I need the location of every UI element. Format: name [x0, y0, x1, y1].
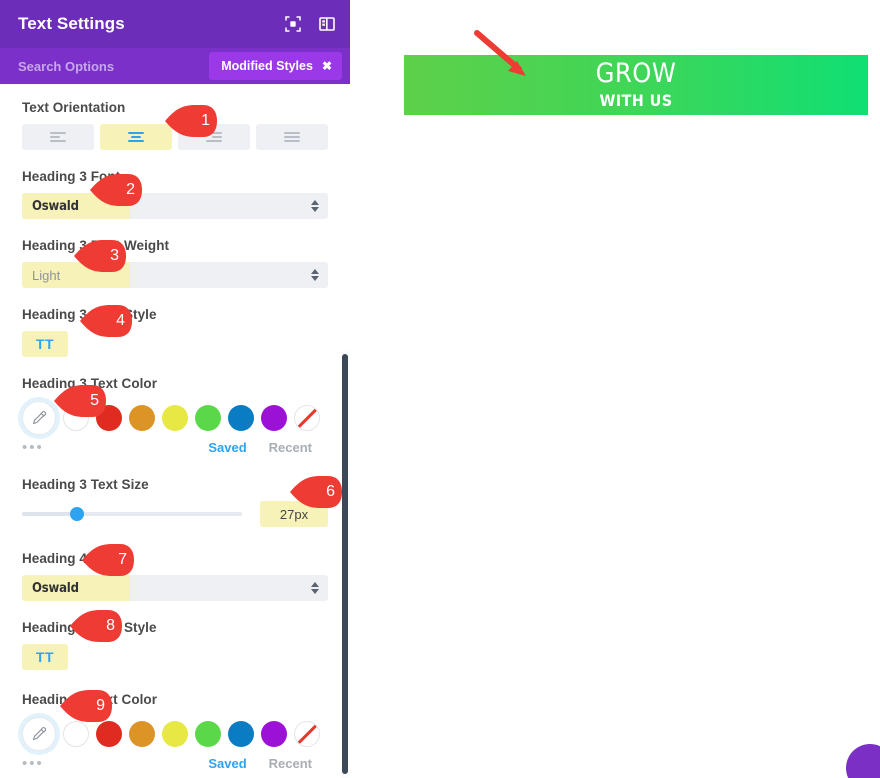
preview-area: GROW WITH US [350, 0, 880, 778]
tt-label: TT [35, 336, 55, 352]
panel-header-actions [284, 15, 336, 33]
more-options-icon[interactable]: ••• [22, 756, 208, 771]
select-value: Light [32, 267, 61, 283]
heading-3-font-select[interactable]: Oswald [22, 193, 328, 219]
annotation-marker-number: 5 [90, 392, 99, 409]
swatch-purple[interactable] [261, 721, 287, 747]
field-heading-3-font-weight: Heading 3 Font Weight Light [22, 238, 328, 288]
annotation-marker-6: 6 [288, 474, 344, 510]
swatch-yellow[interactable] [162, 721, 188, 747]
screen: Text Settings Search Options Modified St… [0, 0, 880, 778]
heading-3-text-size-slider-row: 27px [22, 501, 328, 527]
annotation-marker-number: 6 [326, 483, 335, 500]
chevron-updown-icon [311, 582, 319, 594]
banner-heading-3: GROW [595, 58, 677, 90]
saved-colors-tab[interactable]: Saved [208, 756, 246, 771]
heading-3-text-transform-button[interactable]: TT [22, 331, 68, 357]
field-label: Heading 3 Font [22, 169, 121, 184]
recent-colors-tab[interactable]: Recent [269, 756, 312, 771]
field-label: Heading 3 Font Style [22, 307, 157, 322]
page-title: Text Settings [18, 14, 125, 33]
palette-footer: ••• Saved Recent [22, 756, 328, 771]
annotation-marker-2: 2 [88, 172, 144, 208]
banner-heading-4: WITH US [599, 90, 673, 110]
eyedropper-icon[interactable] [22, 401, 56, 435]
slider-fill [22, 512, 77, 516]
annotation-marker-8: 8 [68, 608, 124, 644]
tt-label: TT [35, 649, 55, 665]
close-icon[interactable]: ✖ [322, 59, 332, 73]
slider-handle[interactable] [70, 507, 84, 521]
annotation-marker-number: 8 [106, 617, 115, 634]
panel-header: Text Settings [0, 0, 350, 48]
floating-action-button[interactable] [846, 744, 880, 778]
field-heading-4-font: Heading 4 Font Oswald [22, 551, 328, 601]
annotation-marker-7: 7 [80, 542, 136, 578]
align-justify-button[interactable] [256, 124, 328, 150]
field-label: Heading 3 Font Weight [22, 238, 170, 253]
heading-4-text-transform-button[interactable]: TT [22, 644, 68, 670]
swatch-white[interactable] [63, 721, 89, 747]
saved-colors-tab[interactable]: Saved [208, 440, 246, 455]
heading-3-font-weight-select[interactable]: Light [22, 262, 328, 288]
annotation-marker-number: 9 [96, 697, 105, 714]
select-value: Oswald [32, 580, 79, 596]
annotation-marker-number: 7 [118, 551, 127, 568]
modified-styles-label: Modified Styles [221, 59, 313, 73]
annotation-marker-number: 3 [110, 247, 119, 264]
annotation-marker-5: 5 [52, 383, 108, 419]
pointer-arrow-icon [472, 28, 542, 84]
annotation-marker-number: 4 [116, 312, 125, 329]
more-options-icon[interactable]: ••• [22, 440, 208, 455]
swatch-red[interactable] [96, 721, 122, 747]
focus-target-icon[interactable] [284, 15, 302, 33]
field-label: Heading 3 Text Size [22, 477, 149, 492]
field-heading-3-text-size: Heading 3 Text Size 27px [22, 477, 328, 527]
swatch-transparent[interactable] [294, 721, 320, 747]
layout-panel-icon[interactable] [318, 15, 336, 33]
panel-scrollbar-thumb[interactable] [342, 354, 348, 774]
align-center-button[interactable] [100, 124, 172, 150]
heading-4-font-select[interactable]: Oswald [22, 575, 328, 601]
annotation-marker-9: 9 [58, 688, 114, 724]
annotation-marker-3: 3 [72, 238, 128, 274]
swatch-yellow[interactable] [162, 405, 188, 431]
recent-colors-tab[interactable]: Recent [269, 440, 312, 455]
swatch-green[interactable] [195, 721, 221, 747]
field-label: Heading 4 Font [22, 551, 121, 566]
palette-footer: ••• Saved Recent [22, 440, 328, 455]
annotation-marker-4: 4 [78, 303, 134, 339]
text-size-slider[interactable] [22, 507, 242, 521]
eyedropper-icon[interactable] [22, 717, 56, 751]
modified-styles-badge[interactable]: Modified Styles ✖ [209, 52, 342, 80]
annotation-marker-1: 1 [163, 103, 219, 139]
chevron-updown-icon [311, 269, 319, 281]
swatch-green[interactable] [195, 405, 221, 431]
field-heading-3-font-style: Heading 3 Font Style TT [22, 307, 328, 357]
chevron-updown-icon [311, 200, 319, 212]
panel-body: Text Orientation Heading 3 Font Oswald H… [0, 84, 350, 778]
swatch-orange[interactable] [129, 405, 155, 431]
annotation-marker-number: 1 [201, 112, 210, 129]
panel-search-bar: Modified Styles ✖ [0, 48, 350, 84]
swatch-transparent[interactable] [294, 405, 320, 431]
swatch-orange[interactable] [129, 721, 155, 747]
swatch-purple[interactable] [261, 405, 287, 431]
field-heading-3-font: Heading 3 Font Oswald [22, 169, 328, 219]
search-input[interactable] [18, 58, 210, 74]
swatch-blue[interactable] [228, 721, 254, 747]
swatch-blue[interactable] [228, 405, 254, 431]
select-value: Oswald [32, 198, 79, 214]
align-left-button[interactable] [22, 124, 94, 150]
annotation-marker-number: 2 [126, 181, 135, 198]
